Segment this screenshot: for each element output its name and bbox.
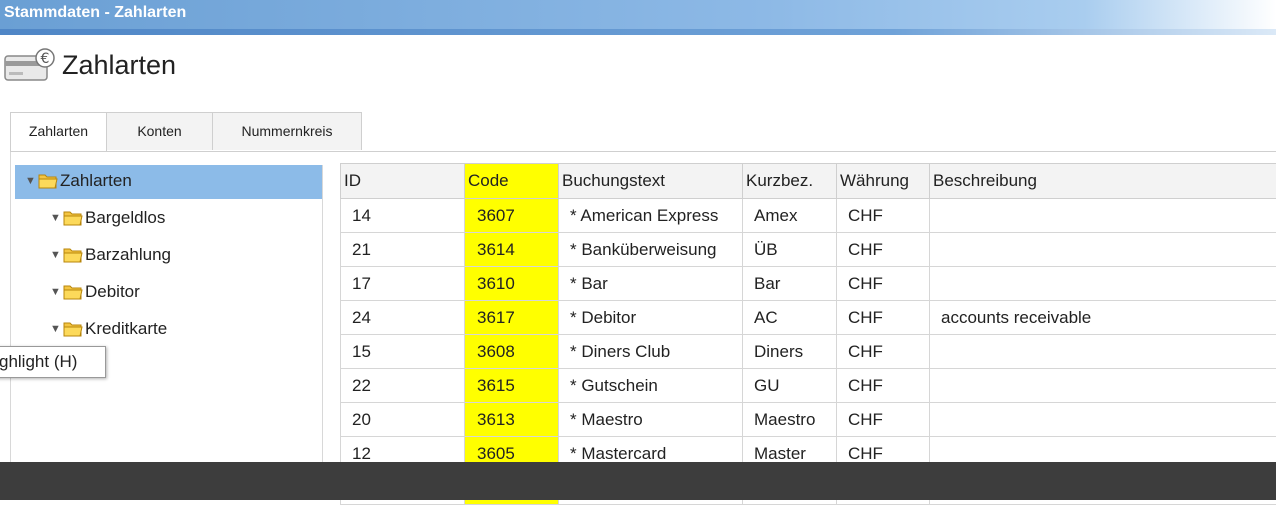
cell-waehrung: CHF xyxy=(837,369,930,403)
folder-icon xyxy=(38,173,58,189)
expand-arrow-icon[interactable]: ▼ xyxy=(50,249,61,261)
tree-item-label: Zahlarten xyxy=(60,171,132,191)
tree-item-debitor[interactable]: ▼ Debitor xyxy=(15,276,322,310)
window-title: Stammdaten - Zahlarten xyxy=(4,4,186,22)
tab-konten[interactable]: Konten xyxy=(106,112,213,150)
tree-item-bargeldlos[interactable]: ▼ Bargeldlos xyxy=(15,202,322,236)
cell-code: 3610 xyxy=(465,267,559,301)
column-header-code[interactable]: Code xyxy=(465,164,559,199)
cell-beschreibung xyxy=(930,267,1276,301)
cell-kurzbez: Maestro xyxy=(743,403,837,437)
cell-waehrung: CHF xyxy=(837,199,930,233)
table-row[interactable]: 173610* BarBarCHF xyxy=(341,267,1276,301)
table-header-row: ID Code Buchungstext Kurzbez. Währung Be… xyxy=(341,164,1276,199)
cell-beschreibung xyxy=(930,369,1276,403)
column-header-beschreibung[interactable]: Beschreibung xyxy=(930,164,1276,199)
cell-waehrung: CHF xyxy=(837,301,930,335)
table-row[interactable]: 223615* GutscheinGUCHF xyxy=(341,369,1276,403)
cell-id: 15 xyxy=(341,335,465,369)
folder-icon xyxy=(63,284,83,300)
cell-code: 3614 xyxy=(465,233,559,267)
cell-id: 21 xyxy=(341,233,465,267)
cell-kurzbez: Diners xyxy=(743,335,837,369)
cell-buchungstext: * Gutschein xyxy=(559,369,743,403)
cell-code: 3615 xyxy=(465,369,559,403)
cell-id: 20 xyxy=(341,403,465,437)
cell-beschreibung xyxy=(930,403,1276,437)
tree-item-kreditkarte[interactable]: ▼ Kreditkarte xyxy=(15,313,322,347)
cell-id: 17 xyxy=(341,267,465,301)
cell-code: 3617 xyxy=(465,301,559,335)
table-row[interactable]: 243617* DebitorACCHFaccounts receivable xyxy=(341,301,1276,335)
cell-kurzbez: GU xyxy=(743,369,837,403)
expand-arrow-icon[interactable]: ▼ xyxy=(25,175,36,187)
column-header-kurzbez[interactable]: Kurzbez. xyxy=(743,164,837,199)
cell-id: 24 xyxy=(341,301,465,335)
cell-buchungstext: * Banküberweisung xyxy=(559,233,743,267)
titlebar-divider xyxy=(0,29,1276,35)
tree-item-zahlarten[interactable]: ▼ Zahlarten xyxy=(15,165,322,199)
column-header-id[interactable]: ID xyxy=(341,164,465,199)
cell-buchungstext: * Bar xyxy=(559,267,743,301)
cell-buchungstext: * Diners Club xyxy=(559,335,743,369)
column-header-waehrung[interactable]: Währung xyxy=(837,164,930,199)
tree-item-label: Kreditkarte xyxy=(85,319,167,339)
tree-item-label: Barzahlung xyxy=(85,245,171,265)
column-header-buchungstext[interactable]: Buchungstext xyxy=(559,164,743,199)
bottom-overlay-bar xyxy=(0,462,1276,500)
cell-beschreibung xyxy=(930,335,1276,369)
cell-kurzbez: Bar xyxy=(743,267,837,301)
cell-waehrung: CHF xyxy=(837,233,930,267)
credit-card-euro-icon: € xyxy=(4,48,56,82)
table-row[interactable]: 143607* American ExpressAmexCHF xyxy=(341,199,1276,233)
tree-item-label: Debitor xyxy=(85,282,140,302)
cell-buchungstext: * Debitor xyxy=(559,301,743,335)
cell-kurzbez: AC xyxy=(743,301,837,335)
cell-beschreibung: accounts receivable xyxy=(930,301,1276,335)
expand-arrow-icon[interactable]: ▼ xyxy=(50,286,61,298)
cell-id: 14 xyxy=(341,199,465,233)
folder-icon xyxy=(63,210,83,226)
cell-kurzbez: ÜB xyxy=(743,233,837,267)
cell-buchungstext: * Maestro xyxy=(559,403,743,437)
cell-waehrung: CHF xyxy=(837,335,930,369)
page-title: Zahlarten xyxy=(62,50,176,81)
tooltip: ghlight (H) xyxy=(0,346,106,378)
tab-nummernkreis[interactable]: Nummernkreis xyxy=(212,112,362,150)
window-titlebar: Stammdaten - Zahlarten xyxy=(0,0,1276,30)
svg-text:€: € xyxy=(41,51,50,67)
payment-methods-table: ID Code Buchungstext Kurzbez. Währung Be… xyxy=(340,163,1276,505)
folder-icon xyxy=(63,247,83,263)
tree-item-label: Bargeldlos xyxy=(85,208,165,228)
cell-buchungstext: * American Express xyxy=(559,199,743,233)
cell-kurzbez: Amex xyxy=(743,199,837,233)
table-row[interactable]: 203613* MaestroMaestroCHF xyxy=(341,403,1276,437)
cell-id: 22 xyxy=(341,369,465,403)
tab-zahlarten[interactable]: Zahlarten xyxy=(10,112,107,152)
cell-beschreibung xyxy=(930,199,1276,233)
cell-code: 3607 xyxy=(465,199,559,233)
cell-code: 3613 xyxy=(465,403,559,437)
cell-waehrung: CHF xyxy=(837,403,930,437)
expand-arrow-icon[interactable]: ▼ xyxy=(50,323,61,335)
cell-code: 3608 xyxy=(465,335,559,369)
cell-beschreibung xyxy=(930,233,1276,267)
table-row[interactable]: 153608* Diners ClubDinersCHF xyxy=(341,335,1276,369)
table-row[interactable]: 213614* BanküberweisungÜBCHF xyxy=(341,233,1276,267)
tree-item-barzahlung[interactable]: ▼ Barzahlung xyxy=(15,239,322,273)
cell-waehrung: CHF xyxy=(837,267,930,301)
expand-arrow-icon[interactable]: ▼ xyxy=(50,212,61,224)
folder-icon xyxy=(63,321,83,337)
tree-view[interactable]: ▼ Zahlarten ▼ Bargeldlos ▼ Barzahlung ▼ … xyxy=(15,165,323,500)
